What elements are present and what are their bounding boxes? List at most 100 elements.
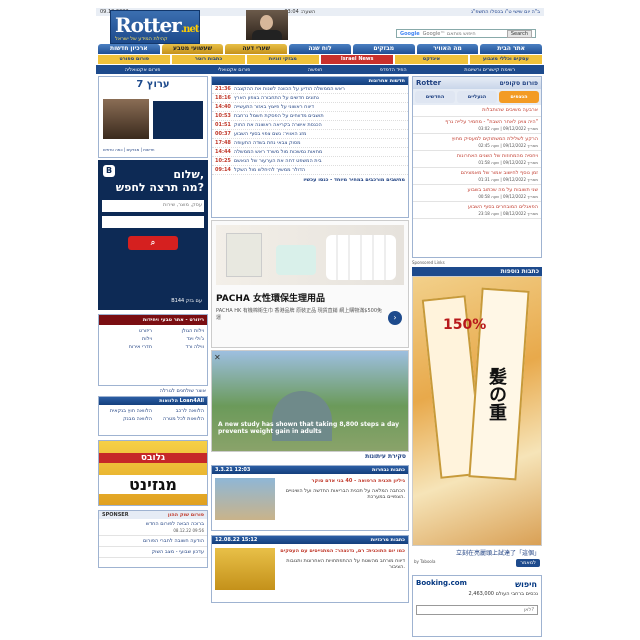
resort-link[interactable]: חדרי אירוח [102, 344, 152, 350]
market-forum-widget: SPONSER פורום שוק ההון ברוכה הבאה לפורום… [98, 510, 208, 568]
nav2-tab[interactable]: אינדקס [395, 55, 468, 64]
forum-row[interactable]: הרקע לשלילת המשתוקים למעסיק מחוץ מאריך 09… [413, 134, 541, 151]
google-search-button[interactable]: Search [506, 29, 532, 38]
news-item[interactable]: 18:16 נתונים חדשים על התחבורה בצפון הארץ [212, 94, 408, 103]
nav-tab[interactable]: מה האוויר [416, 44, 479, 54]
resort-widget: ריזורט - אתר טבעי ויחידות וילות הגולן רי… [98, 314, 208, 386]
left-column: ערוץ 7 חדשות | מבזקים | כמה טרפים B שלום… [98, 76, 208, 640]
close-icon[interactable]: ✕ [214, 353, 221, 362]
nav3-link[interactable]: רשימת קישורים ורשיונות [464, 67, 515, 73]
resort-link[interactable]: ווילה ורד [154, 344, 204, 350]
pacha-ad[interactable]: PACHA 女性環保生理用品 PACHA HK 有機棉衛生巾 香港品牌 原裝正品… [211, 220, 409, 348]
google-search-input[interactable]: Google™ חיפוש מותאם [423, 31, 476, 37]
forum-row[interactable]: שני תשובות על מה שכתוב בשבוע מאריך 09/12/… [413, 185, 541, 202]
booking-text: 2,463,000 נכסים ברחבי העולם [468, 591, 538, 597]
market-forum-row[interactable]: עדכון שבועי - מצב השוק [99, 547, 207, 558]
forum-widget: Rotter פורום סקופים הנצפים הנעליים החדשי… [412, 76, 542, 258]
forum-row[interactable]: זמן נוסף לחישוב אמור של מאמציהם מאריך 09/… [413, 168, 541, 185]
news-item[interactable]: 21:36 ראש הממשלה הודיע על הכוונה לשנות את… [212, 85, 408, 94]
forum-row[interactable]: ויחסיה מהמחוזות של השנים האחרונות מאריך 0… [413, 151, 541, 168]
nav-tab[interactable]: שעשועי מטבע [161, 44, 224, 54]
b144-icon: B [103, 165, 115, 177]
market-forum-row[interactable]: הודעה חשובה לחברי הפורום [99, 536, 207, 547]
tertiary-nav: רשימת קישורים ורשיונות הפיד הדפדפ חופשה … [96, 65, 544, 74]
nav2-tab[interactable]: עסקים וכללי מצבוע [469, 55, 542, 64]
hebrew-date: ב"ה יום שישי ט"ו בכסלו התשפ"ג [470, 9, 540, 15]
site-logo[interactable]: Rotter.net קהילת המידע של ישראל [110, 10, 200, 44]
nav-tab[interactable]: אתר הבית [480, 44, 542, 54]
booking-input[interactable]: לאן? [416, 605, 538, 615]
b144-footer: B144 עם בזק [171, 298, 202, 304]
pacha-ad-title[interactable]: PACHA 女性環保生理用品 [216, 291, 325, 304]
promo-text: 髪の重 [486, 367, 507, 421]
b144-greeting: שלום, [173, 168, 204, 181]
clock: השעה: 03:04 [284, 9, 316, 15]
news-footer-link[interactable]: מחשבים מורכבים במחיר מיוחד - כנסו עכשיו [212, 175, 408, 185]
b144-input[interactable]: עסק, מוצר, שירות [102, 200, 204, 212]
nav3-link[interactable]: הפיד הדפדפ [380, 67, 407, 73]
market-forum-title[interactable]: פורום שוק ההון [168, 512, 204, 518]
brand-link[interactable]: אוצר שולחנים לגורלה [98, 386, 208, 396]
arutz7-nav[interactable]: חדשות | מבזקים | כמה טרפים [103, 147, 155, 152]
forum-tab[interactable]: הנעליים [457, 91, 497, 103]
nav2-tab[interactable]: Israel News [321, 55, 394, 64]
resort-link[interactable]: ג'ולי וינד [154, 336, 204, 342]
b144-search-button[interactable]: ⌕ [128, 236, 178, 250]
nav3-link[interactable]: פורום אקטואלי [218, 67, 250, 73]
article-card[interactable]: 3.3.21 12:03 כתבות נבחרות גיליון תכנית הר… [211, 465, 409, 531]
news-item[interactable]: 09:14 הדולר ממשיך להיחלש מול השקל [212, 166, 408, 175]
resort-title: ריזורט - אתר טבעי ויחידות [99, 315, 207, 325]
nav-tab[interactable]: מבזקים [352, 44, 415, 54]
loan-link[interactable]: הלוואה חוץ בנקאית [102, 408, 152, 414]
news-item[interactable]: 17:48 מסוק צבאי נחת בשדה התעופה [212, 139, 408, 148]
news-item[interactable]: 10:25 בית המשפט דחה את הערעור של הנאשם [212, 157, 408, 166]
promo-ad[interactable]: 150% 髪の重 [412, 276, 542, 546]
loan-link[interactable]: הלוואה לרכב [154, 408, 204, 414]
forum-row[interactable]: "היה צוינן לאחר השבת" - מחמיר עלייה גרף מ… [413, 117, 541, 134]
news-item[interactable]: 14:40 דיווח ראשוני על פיצוץ באזור התעשייה [212, 103, 408, 112]
header-portrait [246, 10, 288, 40]
nav-tab[interactable]: שערי דעה [225, 44, 288, 54]
article-section: כתבות מרכזיות [370, 537, 405, 543]
read-more-button[interactable]: למאמר [516, 559, 540, 567]
forum-tab[interactable]: החדשים [415, 91, 455, 103]
news-item[interactable]: 14:44 מחאות נמשכות מול משרד ראש הממשלה [212, 148, 408, 157]
nav2-tab[interactable]: כתבות רוטר [172, 55, 245, 64]
ad-next-icon[interactable]: › [388, 311, 402, 325]
page: 09.12.2022 השעה: 03:04 ב"ה יום שישי ט"ו … [96, 0, 544, 640]
resort-link[interactable]: וילות [102, 336, 152, 342]
article-title[interactable]: גיליון תכנית הרפואה - 40 בני אדם סוקר [280, 478, 405, 484]
magazine-widget[interactable]: גלובס מגזינט [98, 440, 208, 506]
article-card[interactable]: 12.08.22 15:12 כתבות מרכזיות כמו יום התוכ… [211, 535, 409, 603]
market-forum-row[interactable]: ברוכה הבאה לפורום החדש 09:56 08.12.22 [99, 519, 207, 536]
nav-tab[interactable]: לוח שנה [289, 44, 351, 54]
news-item[interactable]: 00:37 מזג האוויר: גשם צפוי בסוף השבוע [212, 130, 408, 139]
secondary-nav: עסקים וכללי מצבוע אינדקס Israel News מבז… [96, 55, 544, 64]
loan-link[interactable]: הלוואות לכל מטרה [154, 416, 204, 422]
loan-link[interactable]: הלוואה מבנק [102, 416, 152, 422]
middle-column: חדשות אחרונות 21:36 ראש הממשלה הודיע על ה… [211, 76, 409, 640]
press-review-label[interactable]: סקירת עיתונות [211, 452, 409, 461]
forum-tab[interactable]: הנצפים [499, 91, 539, 103]
google-search[interactable]: Google Google™ חיפוש מותאם Search [396, 29, 536, 38]
article-title[interactable]: כמו יום התוכנית: רם, גדנצהר: המתגייסים ע… [280, 548, 405, 554]
nav3-link[interactable]: חופשה [308, 67, 323, 73]
nav2-tab[interactable]: מבזקי זוגיות [246, 55, 320, 64]
news-title: חדשות אחרונות [212, 77, 408, 85]
news-item[interactable]: 10:53 תושבים מדווחים על הפסקת חשמל נרחבת [212, 112, 408, 121]
nav-tab[interactable]: ארכיון חדשות [97, 44, 160, 54]
promo-title: כתבות נוספות [412, 267, 542, 276]
study-ad[interactable]: ✕ A new study has shown that taking 8,80… [211, 350, 409, 452]
sponsored-label: Sponsored Links [412, 260, 445, 265]
news-item[interactable]: 01:51 הכנסת אישרה בקריאה ראשונה את החוק [212, 121, 408, 130]
b144-location-input[interactable] [102, 216, 204, 228]
resort-link[interactable]: וילות הגולן [154, 328, 204, 334]
resort-link[interactable]: ריזורט [102, 328, 152, 334]
article-body: הכתבה המלאה על תכנית הבריאות החדשה ועל ה… [285, 488, 405, 500]
forum-row[interactable]: הפאנלים המובחרים בסוף השבוע מאריך 08/12/2… [413, 202, 541, 219]
nav3-link[interactable]: פורום אקטואליה [125, 67, 161, 73]
forum-row[interactable]: ארבעה משיבים שהותבלות [413, 105, 541, 117]
nav2-tab[interactable]: פורום ספורט [98, 55, 171, 64]
promo-caption[interactable]: 立刻在亮麗頭上試達了「這個」 [412, 546, 542, 559]
arutz7-logo[interactable]: ערוץ 7 [99, 77, 207, 92]
